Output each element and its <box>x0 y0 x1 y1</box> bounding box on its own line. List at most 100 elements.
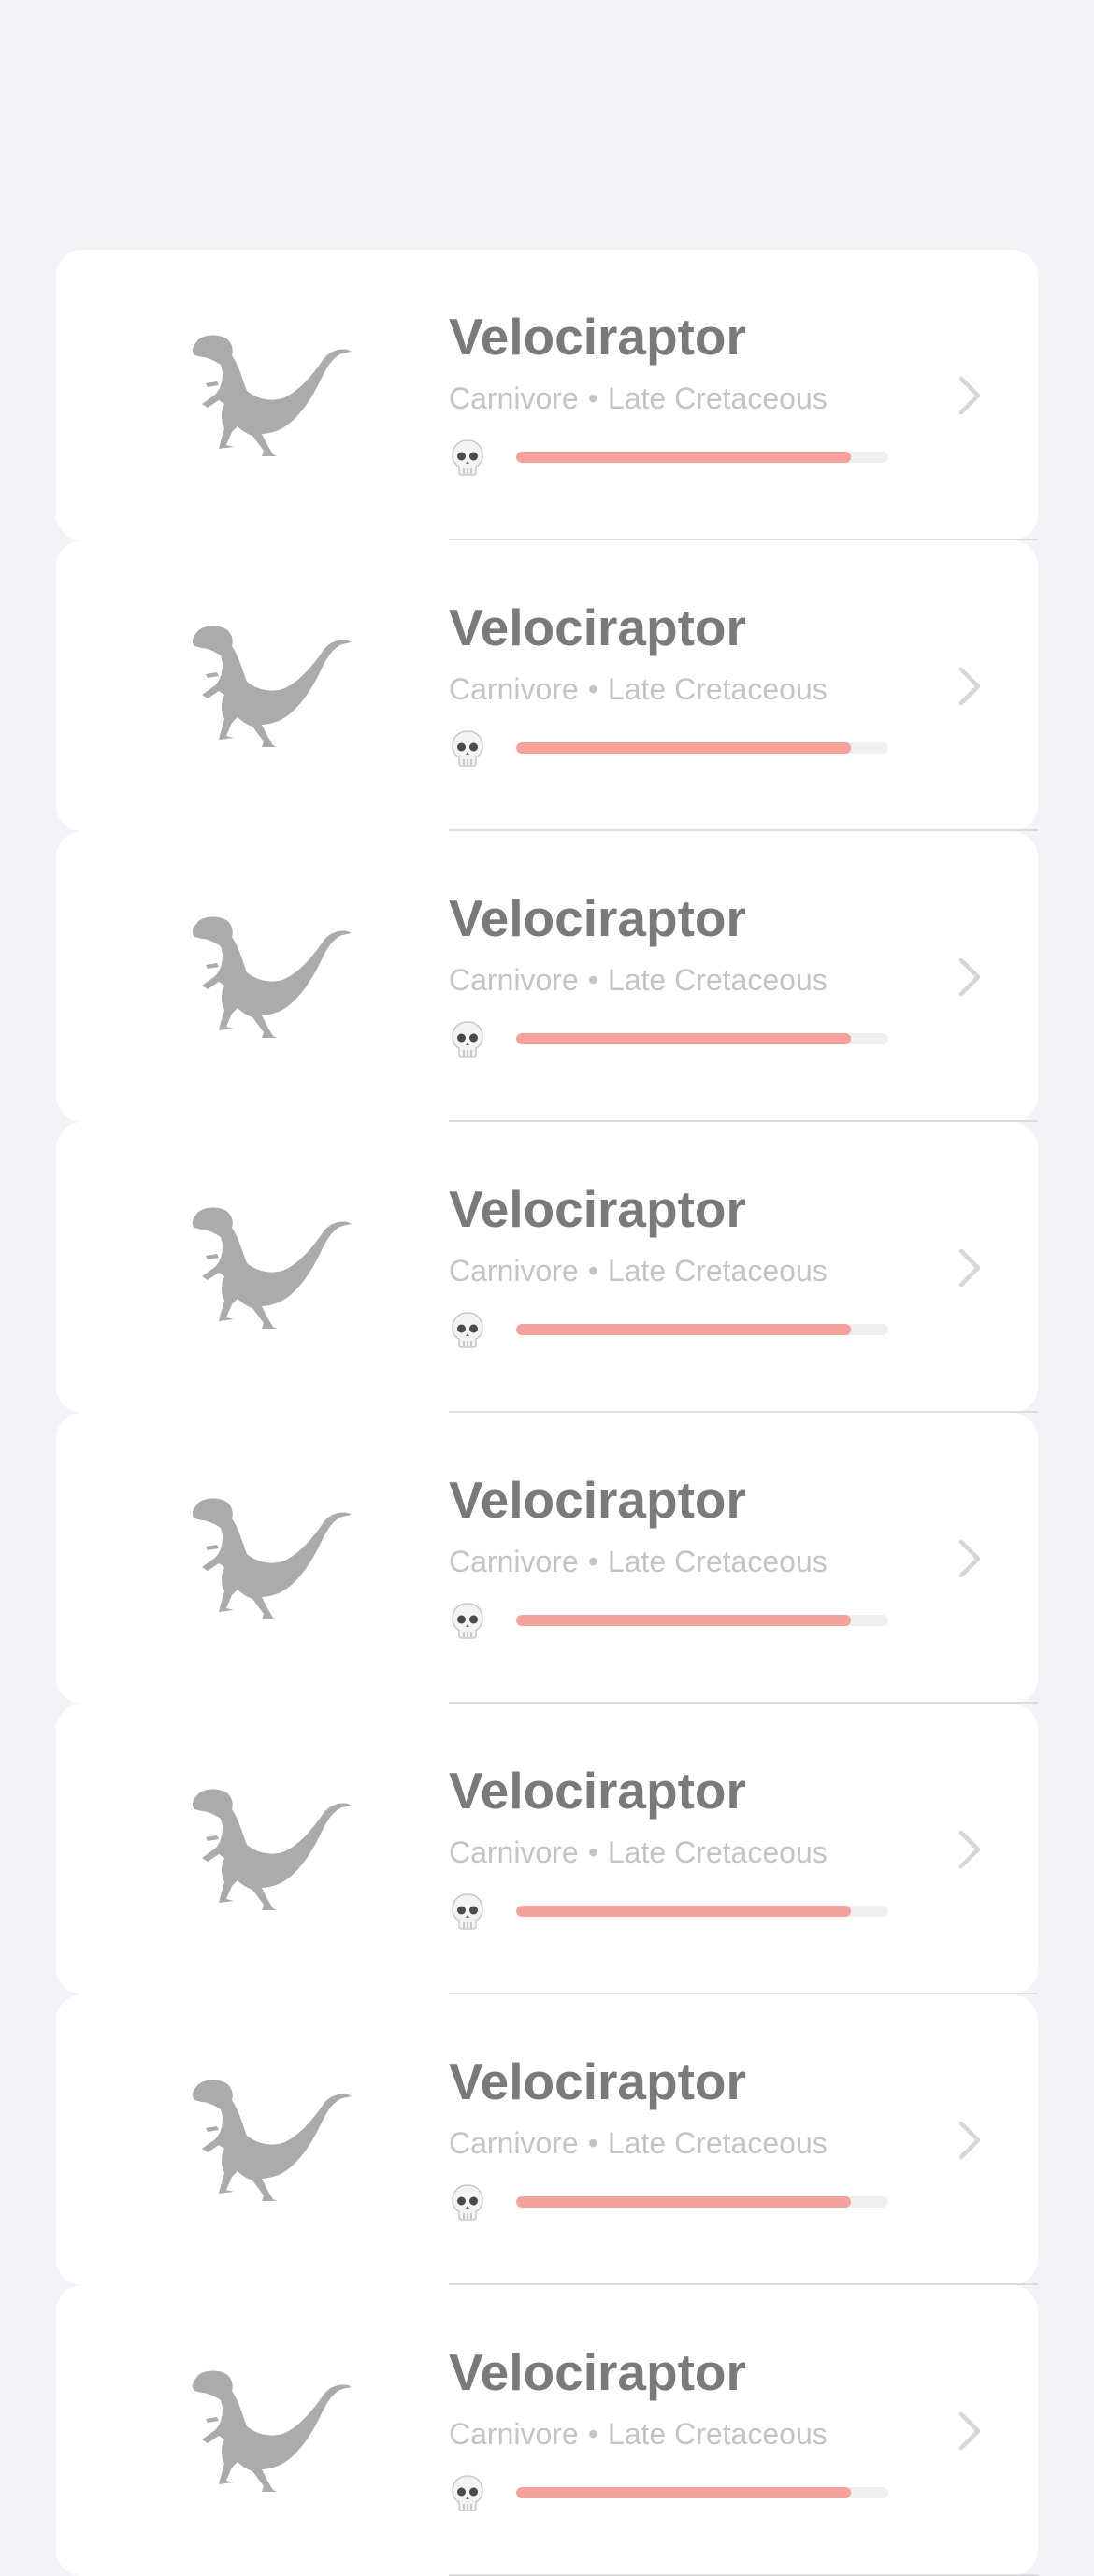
dinosaur-meta: Carnivore • Late Cretaceous <box>449 379 898 418</box>
dinosaur-info: Velociraptor Carnivore • Late Cretaceous <box>449 1178 898 1348</box>
meta-separator: • <box>587 672 598 706</box>
danger-bar <box>516 452 888 463</box>
skull-icon <box>451 2474 484 2511</box>
dinosaur-diet: Carnivore <box>449 672 579 706</box>
dinosaur-period: Late Cretaceous <box>607 1545 828 1578</box>
danger-meter <box>449 1311 898 1348</box>
danger-meter <box>449 729 898 767</box>
dinosaur-info: Velociraptor Carnivore • Late Cretaceous <box>449 2051 898 2221</box>
chevron-right-icon <box>957 2411 982 2451</box>
dinosaur-info: Velociraptor Carnivore • Late Cretaceous <box>449 597 898 767</box>
dinosaur-row[interactable]: Velociraptor Carnivore • Late Cretaceous <box>56 1704 1038 1994</box>
danger-bar <box>516 742 888 754</box>
dinosaur-name: Velociraptor <box>449 1762 746 1820</box>
chevron-right-icon <box>957 376 982 415</box>
danger-bar <box>516 2487 888 2498</box>
dinosaur-diet: Carnivore <box>449 1545 579 1578</box>
danger-bar-fill <box>516 1615 852 1626</box>
dinosaur-row[interactable]: Velociraptor Carnivore • Late Cretaceous <box>56 831 1038 1122</box>
danger-bar-fill <box>516 452 852 463</box>
dinosaur-meta: Carnivore • Late Cretaceous <box>449 2414 898 2454</box>
dinosaur-name: Velociraptor <box>449 889 746 947</box>
chevron-right-icon <box>957 957 982 997</box>
danger-bar <box>516 1906 888 1917</box>
danger-meter <box>449 2183 898 2221</box>
skull-icon <box>451 1311 484 1348</box>
velociraptor-silhouette-icon <box>187 1492 355 1623</box>
meta-separator: • <box>587 2417 598 2451</box>
dinosaur-row[interactable]: Velociraptor Carnivore • Late Cretaceous <box>56 1122 1038 1413</box>
meta-separator: • <box>587 2126 598 2160</box>
dinosaur-diet: Carnivore <box>449 1254 579 1288</box>
chevron-right-icon <box>957 2121 982 2160</box>
dinosaur-name: Velociraptor <box>449 2052 746 2110</box>
dinosaur-row[interactable]: Velociraptor Carnivore • Late Cretaceous <box>56 540 1038 831</box>
dinosaur-row[interactable]: Velociraptor Carnivore • Late Cretaceous <box>56 1994 1038 2285</box>
velociraptor-silhouette-icon <box>187 1202 355 1332</box>
skull-icon <box>451 2183 484 2221</box>
velociraptor-silhouette-icon <box>187 620 355 751</box>
danger-bar-fill <box>516 1324 852 1335</box>
skull-icon <box>451 1602 484 1639</box>
meta-separator: • <box>587 1254 598 1288</box>
danger-bar <box>516 1324 888 1335</box>
dinosaur-diet: Carnivore <box>449 381 579 415</box>
velociraptor-silhouette-icon <box>187 2365 355 2496</box>
dinosaur-row[interactable]: Velociraptor Carnivore • Late Cretaceous <box>56 2285 1038 2576</box>
velociraptor-silhouette-icon <box>187 911 355 1042</box>
dinosaur-name: Velociraptor <box>449 598 746 656</box>
meta-separator: • <box>587 1835 598 1869</box>
dinosaur-info: Velociraptor Carnivore • Late Cretaceous <box>449 2341 898 2511</box>
chevron-right-icon <box>957 667 982 706</box>
danger-meter <box>449 439 898 476</box>
velociraptor-silhouette-icon <box>187 2074 355 2205</box>
danger-bar <box>516 1033 888 1044</box>
chevron-right-icon <box>957 1830 982 1869</box>
dinosaur-name: Velociraptor <box>449 1180 746 1238</box>
chevron-right-icon <box>957 1539 982 1578</box>
dinosaur-meta: Carnivore • Late Cretaceous <box>449 2123 898 2163</box>
meta-separator: • <box>587 963 598 997</box>
dinosaur-meta: Carnivore • Late Cretaceous <box>449 1542 898 1581</box>
dinosaur-meta: Carnivore • Late Cretaceous <box>449 1251 898 1290</box>
dinosaur-period: Late Cretaceous <box>607 381 828 415</box>
danger-meter <box>449 1020 898 1058</box>
danger-bar <box>516 1615 888 1626</box>
danger-meter <box>449 1892 898 1930</box>
dinosaur-period: Late Cretaceous <box>607 2126 828 2160</box>
dinosaur-period: Late Cretaceous <box>607 963 828 997</box>
velociraptor-silhouette-icon <box>187 1783 355 1914</box>
meta-separator: • <box>587 1545 598 1578</box>
dinosaur-info: Velociraptor Carnivore • Late Cretaceous <box>449 306 898 476</box>
dinosaur-meta: Carnivore • Late Cretaceous <box>449 960 898 1000</box>
danger-bar <box>516 2196 888 2208</box>
dinosaur-period: Late Cretaceous <box>607 2417 828 2451</box>
dinosaur-diet: Carnivore <box>449 1835 579 1869</box>
dinosaur-name: Velociraptor <box>449 1471 746 1529</box>
dinosaur-row[interactable]: Velociraptor Carnivore • Late Cretaceous <box>56 250 1038 540</box>
dinosaur-diet: Carnivore <box>449 2417 579 2451</box>
danger-bar-fill <box>516 742 852 754</box>
dinosaur-meta: Carnivore • Late Cretaceous <box>449 1833 898 1872</box>
skull-icon <box>451 1892 484 1930</box>
dinosaur-diet: Carnivore <box>449 2126 579 2160</box>
danger-meter <box>449 2474 898 2511</box>
velociraptor-silhouette-icon <box>187 329 355 460</box>
dinosaur-info: Velociraptor Carnivore • Late Cretaceous <box>449 1469 898 1639</box>
dinosaur-list: Velociraptor Carnivore • Late Cretaceous V… <box>56 250 1038 2576</box>
dinosaur-info: Velociraptor Carnivore • Late Cretaceous <box>449 887 898 1058</box>
dinosaur-name: Velociraptor <box>449 2343 746 2401</box>
danger-bar-fill <box>516 1033 852 1044</box>
danger-bar-fill <box>516 1906 852 1917</box>
skull-icon <box>451 439 484 476</box>
skull-icon <box>451 729 484 767</box>
danger-bar-fill <box>516 2196 852 2208</box>
dinosaur-row[interactable]: Velociraptor Carnivore • Late Cretaceous <box>56 1413 1038 1704</box>
dinosaur-info: Velociraptor Carnivore • Late Cretaceous <box>449 1760 898 1930</box>
dinosaur-name: Velociraptor <box>449 308 746 366</box>
dinosaur-period: Late Cretaceous <box>607 1254 828 1288</box>
dinosaur-period: Late Cretaceous <box>607 672 828 706</box>
skull-icon <box>451 1020 484 1058</box>
dinosaur-period: Late Cretaceous <box>607 1835 828 1869</box>
dinosaur-diet: Carnivore <box>449 963 579 997</box>
